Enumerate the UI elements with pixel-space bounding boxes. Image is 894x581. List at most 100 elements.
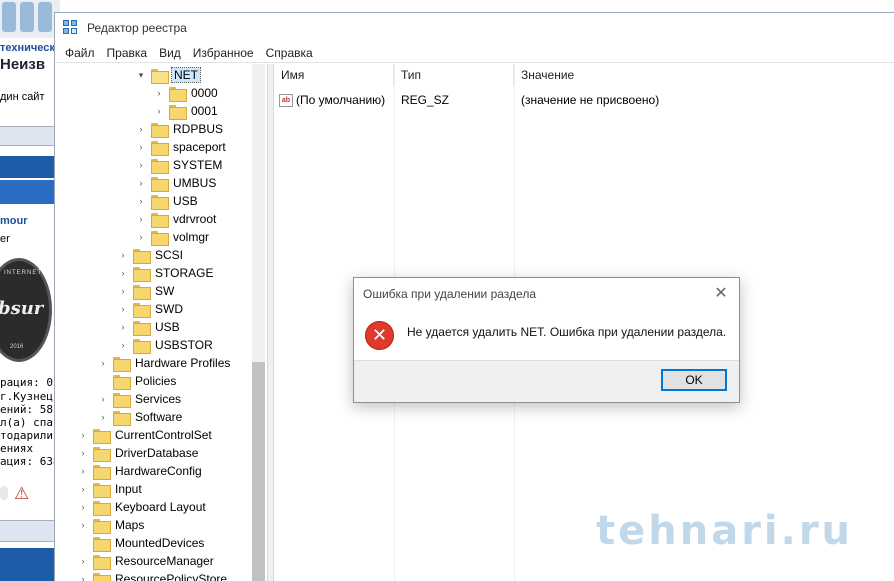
reply-bar bbox=[0, 126, 60, 146]
chevron-right-icon[interactable]: › bbox=[117, 264, 129, 282]
chevron-right-icon[interactable]: › bbox=[135, 120, 147, 138]
pane-splitter[interactable] bbox=[267, 64, 274, 581]
folder-icon bbox=[93, 446, 111, 462]
title-bar[interactable]: Редактор реестра bbox=[55, 13, 894, 43]
tree-node[interactable]: › HardwareConfig bbox=[77, 462, 204, 480]
chevron-right-icon[interactable]: › bbox=[135, 156, 147, 174]
chevron-right-icon[interactable]: › bbox=[117, 300, 129, 318]
chevron-right-icon[interactable]: › bbox=[135, 138, 147, 156]
registry-tree[interactable]: ▾ NET › 0000 › 0001 › RDPBUS › spaceport › SYSTEM › U… bbox=[55, 64, 267, 581]
tree-node[interactable]: › SWD bbox=[117, 300, 185, 318]
menu-edit[interactable]: Правка bbox=[101, 46, 154, 60]
tree-node[interactable]: › 0000 bbox=[153, 84, 220, 102]
menu-favorites[interactable]: Избранное bbox=[187, 46, 260, 60]
chevron-right-icon[interactable]: › bbox=[77, 480, 89, 498]
chevron-right-icon[interactable]: › bbox=[77, 552, 89, 570]
tree-node[interactable]: › volmgr bbox=[135, 228, 211, 246]
tree-node[interactable]: › USB bbox=[117, 318, 182, 336]
tree-scrollbar-thumb[interactable] bbox=[252, 362, 265, 581]
folder-icon bbox=[151, 230, 169, 246]
tree-node[interactable]: › USB bbox=[135, 192, 200, 210]
chevron-down-icon[interactable]: ▾ bbox=[135, 66, 147, 84]
column-header-value[interactable]: Значение bbox=[514, 64, 714, 86]
tree-node[interactable]: › ResourcePolicyStore bbox=[77, 570, 229, 581]
tree-node[interactable]: › SCSI bbox=[117, 246, 185, 264]
tree-node-label: DriverDatabase bbox=[115, 446, 199, 460]
blue-bar bbox=[0, 156, 60, 178]
tree-node[interactable]: › DriverDatabase bbox=[77, 444, 200, 462]
chevron-right-icon[interactable]: › bbox=[77, 426, 89, 444]
chevron-right-icon[interactable]: › bbox=[135, 174, 147, 192]
tree-node[interactable]: Policies bbox=[97, 372, 178, 390]
background-webpage: техническиеНеизвдин сайтОТВЕТИТЬдня, 23:… bbox=[0, 0, 60, 581]
chevron-right-icon[interactable]: › bbox=[97, 354, 109, 372]
dialog-message: Не удается удалить NET. Ошибка при удале… bbox=[407, 325, 727, 339]
chevron-right-icon[interactable]: › bbox=[153, 84, 165, 102]
chevron-right-icon[interactable]: › bbox=[117, 282, 129, 300]
value-row-name[interactable]: ab (По умолчанию) bbox=[279, 91, 385, 109]
tree-node[interactable]: › Hardware Profiles bbox=[97, 354, 232, 372]
tree-node[interactable]: › vdrvroot bbox=[135, 210, 218, 228]
warning-icon: ⚠ bbox=[14, 484, 30, 503]
tree-node-label: Services bbox=[135, 392, 182, 406]
tree-node-label: volmgr bbox=[173, 230, 210, 244]
avatar-badge-year: 2016 bbox=[10, 344, 24, 350]
column-header-name[interactable]: Имя bbox=[274, 64, 394, 86]
chevron-right-icon[interactable]: › bbox=[135, 228, 147, 246]
background-text-line: г.Кузнец bbox=[0, 390, 53, 403]
tree-node[interactable]: › ResourceManager bbox=[77, 552, 216, 570]
tree-node-label: Software bbox=[135, 410, 183, 424]
menu-bar: Файл Правка Вид Избранное Справка bbox=[55, 43, 894, 63]
chevron-right-icon[interactable]: › bbox=[97, 390, 109, 408]
tree-node-label: USB bbox=[155, 320, 180, 334]
background-text-line: дин сайт bbox=[0, 91, 45, 103]
tree-node[interactable]: MountedDevices bbox=[77, 534, 206, 552]
column-header-type[interactable]: Тип bbox=[394, 64, 514, 86]
folder-icon bbox=[151, 212, 169, 228]
tree-node[interactable]: › Software bbox=[97, 408, 184, 426]
chevron-right-icon[interactable]: › bbox=[135, 192, 147, 210]
chevron-right-icon[interactable]: › bbox=[153, 102, 165, 120]
tree-node[interactable]: › Keyboard Layout bbox=[77, 498, 208, 516]
tree-node[interactable]: › CurrentControlSet bbox=[77, 426, 214, 444]
chevron-right-icon[interactable]: › bbox=[77, 444, 89, 462]
tree-node[interactable]: › Maps bbox=[77, 516, 146, 534]
chevron-right-icon[interactable]: › bbox=[135, 210, 147, 228]
chevron-right-icon[interactable]: › bbox=[77, 570, 89, 581]
chevron-right-icon[interactable]: › bbox=[77, 516, 89, 534]
tree-node-label: RDPBUS bbox=[173, 122, 224, 136]
value-name: (По умолчанию) bbox=[296, 93, 386, 107]
tree-node[interactable]: › SYSTEM bbox=[135, 156, 224, 174]
ok-button[interactable]: OK bbox=[661, 369, 727, 391]
menu-help[interactable]: Справка bbox=[260, 46, 319, 60]
chevron-right-icon[interactable]: › bbox=[117, 246, 129, 264]
tree-node[interactable]: › STORAGE bbox=[117, 264, 215, 282]
tree-node-label: ResourcePolicyStore bbox=[115, 572, 228, 581]
avatar: INTERNET bsur 2016 bbox=[0, 254, 54, 366]
menu-view[interactable]: Вид bbox=[153, 46, 187, 60]
tree-node-label: HardwareConfig bbox=[115, 464, 202, 478]
tree-node[interactable]: › 0001 bbox=[153, 102, 220, 120]
tree-node[interactable]: ▾ NET bbox=[135, 66, 201, 84]
chevron-right-icon[interactable]: › bbox=[77, 498, 89, 516]
folder-icon bbox=[113, 356, 131, 372]
close-icon[interactable]: ✕ bbox=[712, 284, 730, 302]
menu-file[interactable]: Файл bbox=[59, 46, 101, 60]
regedit-icon bbox=[63, 20, 79, 36]
folder-icon bbox=[113, 374, 131, 390]
tree-node[interactable]: › SW bbox=[117, 282, 176, 300]
avatar-badge-sub: bsur bbox=[0, 298, 44, 319]
tree-node[interactable]: › Input bbox=[77, 480, 144, 498]
chevron-right-icon[interactable]: › bbox=[97, 408, 109, 426]
tree-node[interactable]: › Services bbox=[97, 390, 183, 408]
chevron-right-icon[interactable]: › bbox=[117, 336, 129, 354]
tree-node[interactable]: › RDPBUS bbox=[135, 120, 225, 138]
tree-node[interactable]: › USBSTOR bbox=[117, 336, 215, 354]
chevron-right-icon[interactable]: › bbox=[77, 462, 89, 480]
chevron-right-icon[interactable]: › bbox=[117, 318, 129, 336]
folder-icon bbox=[113, 410, 131, 426]
tree-node-label: USBSTOR bbox=[155, 338, 213, 352]
tree-node[interactable]: › spaceport bbox=[135, 138, 228, 156]
folder-icon bbox=[133, 338, 151, 354]
tree-node[interactable]: › UMBUS bbox=[135, 174, 218, 192]
